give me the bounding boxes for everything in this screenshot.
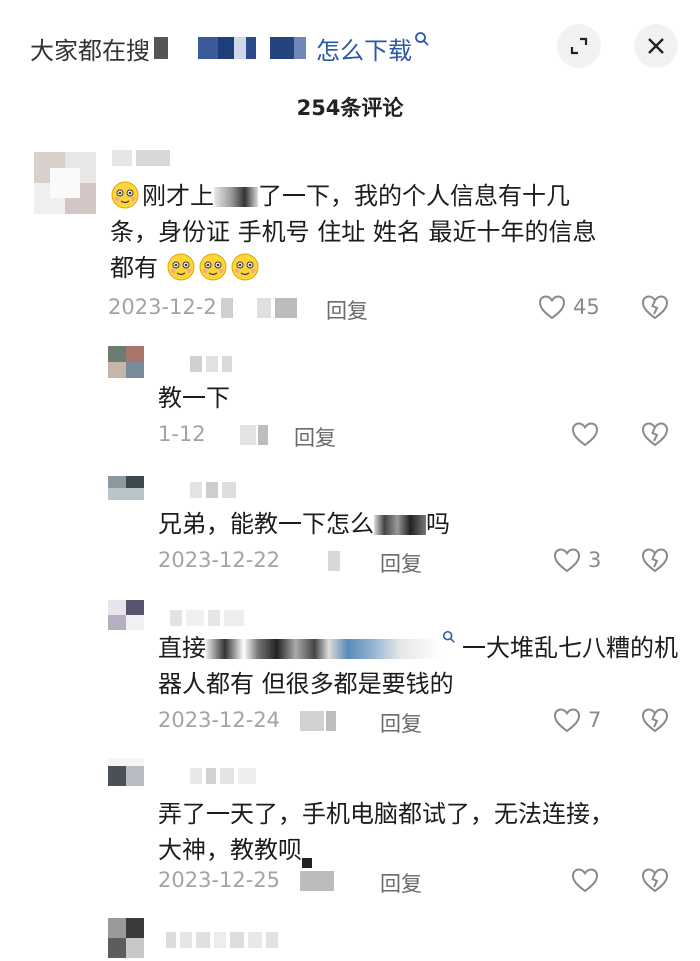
reply-button[interactable]: 回复 <box>294 422 336 452</box>
username-blurred[interactable] <box>190 356 236 372</box>
fullscreen-icon <box>570 37 588 55</box>
username-blurred[interactable] <box>166 932 282 948</box>
avatar[interactable] <box>108 600 144 630</box>
broken-heart-icon[interactable] <box>640 420 670 448</box>
reply-button[interactable]: 回复 <box>380 548 422 578</box>
blush-emoji-icon <box>111 181 139 209</box>
broken-heart-icon[interactable] <box>640 293 670 321</box>
comment-text: 教一下 <box>158 384 230 412</box>
blush-emoji-icon <box>167 253 195 281</box>
close-button[interactable] <box>634 24 678 68</box>
search-link[interactable]: 怎么下载 <box>316 31 430 66</box>
like-count: 45 <box>573 295 600 319</box>
avatar[interactable] <box>108 346 144 378</box>
like-button[interactable]: 3 <box>552 546 601 574</box>
broken-heart-icon[interactable] <box>640 706 670 734</box>
comment-date: 2023-12-24 <box>158 708 337 732</box>
reply-button[interactable]: 回复 <box>326 295 368 325</box>
avatar[interactable] <box>108 758 144 786</box>
reply-button[interactable]: 回复 <box>380 708 422 738</box>
reply-button[interactable]: 回复 <box>380 868 422 898</box>
like-button[interactable]: 7 <box>552 706 601 734</box>
comment-count: 254条评论 <box>296 96 404 120</box>
censor-mosaic <box>154 37 306 59</box>
comment-text: 弄了一天了，手机电脑都试了，无法连接， 大神，教教呗 <box>158 796 678 868</box>
comment-text: 兄弟，能教一下怎么吗 <box>158 510 450 538</box>
blush-emoji-icon <box>199 253 227 281</box>
comment-date: 2023-12-25 <box>158 868 335 892</box>
broken-heart-icon[interactable] <box>640 546 670 574</box>
search-icon <box>442 630 455 643</box>
avatar[interactable] <box>108 476 144 500</box>
close-icon <box>648 38 664 54</box>
search-icon <box>415 31 429 46</box>
fullscreen-button[interactable] <box>557 24 601 68</box>
avatar[interactable] <box>108 918 144 958</box>
comment-date: 2023-12-2 <box>108 295 297 319</box>
username-blurred[interactable] <box>112 150 174 166</box>
comment-date: 1-12 <box>158 422 268 446</box>
username-blurred[interactable] <box>170 610 248 626</box>
heart-icon <box>571 868 599 893</box>
search-suggestion-bar[interactable]: 大家都在搜 怎么下载 <box>30 28 530 68</box>
username-blurred[interactable] <box>190 482 240 498</box>
heart-icon <box>553 548 581 573</box>
like-button[interactable] <box>570 420 606 448</box>
heart-icon <box>571 422 599 447</box>
blush-emoji-icon <box>231 253 259 281</box>
avatar[interactable] <box>34 152 96 214</box>
username-blurred[interactable] <box>190 768 260 784</box>
broken-heart-icon[interactable] <box>640 866 670 894</box>
like-count: 7 <box>588 708 602 732</box>
like-count: 3 <box>588 548 602 572</box>
comment-text: 直接 一大堆乱七八糟的机 器人都有 但很多都是要钱的 <box>158 630 678 702</box>
comment-date: 2023-12-22 <box>158 548 341 572</box>
like-button[interactable]: 45 <box>537 293 600 321</box>
like-button[interactable] <box>570 866 606 894</box>
comment-text: 刚才上 了一下，我的个人信息有十几 条，身份证 手机号 住址 姓名 最近十年的信息… <box>110 181 597 282</box>
heart-icon <box>553 708 581 733</box>
heart-icon <box>538 295 566 320</box>
search-prefix: 大家都在搜 <box>30 36 150 65</box>
